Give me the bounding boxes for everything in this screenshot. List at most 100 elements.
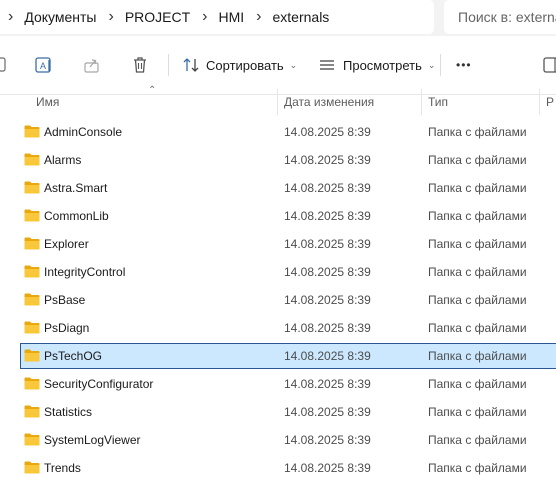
file-type: Папка с файлами [428, 237, 527, 251]
file-type: Папка с файлами [428, 153, 527, 167]
file-type: Папка с файлами [428, 209, 527, 223]
view-icon [320, 60, 334, 70]
breadcrumb-documents[interactable]: Документы [24, 9, 96, 25]
file-name[interactable]: AdminConsole [44, 125, 122, 139]
column-header-type[interactable]: Тип [428, 95, 448, 109]
view-button[interactable]: Просмотреть ⌄ [318, 54, 435, 76]
command-bar: A Сортировать ⌄ Просмотреть ⌄ ••• [0, 36, 556, 95]
view-label: Просмотреть [343, 57, 422, 73]
file-name[interactable]: Statistics [44, 405, 92, 419]
chevron-right-icon[interactable]: › [256, 9, 261, 25]
list-item[interactable]: CommonLib 14.08.2025 8:39 Папка с файлами [0, 202, 556, 230]
folder-icon [24, 237, 40, 250]
address-bar-row: › Документы › PROJECT › HMI › externals … [0, 0, 556, 36]
breadcrumb-project[interactable]: PROJECT [125, 9, 190, 25]
list-item[interactable]: PsTechOG 14.08.2025 8:39 Папка с файлами [0, 342, 556, 370]
list-item[interactable]: AdminConsole 14.08.2025 8:39 Папка с файла… [0, 118, 556, 146]
list-item[interactable]: IntegrityControl 14.08.2025 8:39 Папка с ф… [0, 258, 556, 286]
rename-icon[interactable]: A [34, 55, 54, 75]
sort-icon [183, 58, 199, 72]
toolbar-divider [168, 54, 169, 76]
file-list: AdminConsole 14.08.2025 8:39 Папка с файла… [0, 118, 556, 482]
toolbar-divider [440, 54, 441, 76]
folder-icon [24, 209, 40, 222]
file-date: 14.08.2025 8:39 [284, 209, 371, 223]
file-date: 14.08.2025 8:39 [284, 433, 371, 447]
column-divider[interactable] [539, 89, 540, 115]
file-date: 14.08.2025 8:39 [284, 237, 371, 251]
breadcrumb-hmi[interactable]: HMI [219, 9, 245, 25]
file-date: 14.08.2025 8:39 [284, 405, 371, 419]
file-type: Папка с файлами [428, 321, 527, 335]
file-name[interactable]: IntegrityControl [44, 265, 125, 279]
folder-icon [24, 405, 40, 418]
folder-icon [24, 377, 40, 390]
file-date: 14.08.2025 8:39 [284, 293, 371, 307]
chevron-down-icon: ⌄ [427, 59, 436, 70]
chevron-right-icon[interactable]: › [8, 9, 13, 25]
column-header-size[interactable]: Р [546, 95, 554, 109]
file-date: 14.08.2025 8:39 [284, 181, 371, 195]
share-icon[interactable] [82, 55, 102, 75]
folder-icon [24, 125, 40, 138]
file-date: 14.08.2025 8:39 [284, 377, 371, 391]
details-pane-icon[interactable] [543, 55, 556, 75]
folder-icon [24, 349, 40, 362]
folder-icon [24, 321, 40, 334]
file-type: Папка с файлами [428, 125, 527, 139]
breadcrumb[interactable]: › Документы › PROJECT › HMI › externals [0, 0, 434, 34]
list-item[interactable]: Alarms 14.08.2025 8:39 Папка с файлами [0, 146, 556, 174]
file-type: Папка с файлами [428, 265, 527, 279]
file-name[interactable]: PsDiagn [44, 321, 89, 335]
file-name[interactable]: Explorer [44, 237, 89, 251]
copy-icon[interactable] [0, 55, 10, 75]
more-options-button[interactable]: ••• [456, 54, 472, 76]
search-placeholder: Поиск в: externals [458, 9, 556, 25]
list-item[interactable]: SecurityConfigurator 14.08.2025 8:39 Папка… [0, 370, 556, 398]
file-date: 14.08.2025 8:39 [284, 321, 371, 335]
list-item[interactable]: Astra.Smart 14.08.2025 8:39 Папка с файлам… [0, 174, 556, 202]
column-divider[interactable] [277, 89, 278, 115]
file-type: Папка с файлами [428, 433, 527, 447]
svg-text:A: A [40, 61, 46, 71]
file-name[interactable]: PsTechOG [44, 349, 102, 363]
column-header-name[interactable]: Имя [36, 95, 59, 109]
file-name[interactable]: PsBase [44, 293, 85, 307]
file-type: Папка с файлами [428, 349, 527, 363]
file-date: 14.08.2025 8:39 [284, 265, 371, 279]
file-name[interactable]: SecurityConfigurator [44, 377, 153, 391]
chevron-right-icon[interactable]: › [202, 9, 207, 25]
file-date: 14.08.2025 8:39 [284, 349, 371, 363]
folder-icon [24, 265, 40, 278]
folder-icon [24, 181, 40, 194]
folder-icon [24, 433, 40, 446]
sort-label: Сортировать [206, 57, 284, 73]
delete-icon[interactable] [130, 55, 150, 75]
file-name[interactable]: Trends [44, 461, 81, 475]
file-type: Папка с файлами [428, 293, 527, 307]
file-name[interactable]: CommonLib [44, 209, 109, 223]
chevron-right-icon[interactable]: › [109, 9, 114, 25]
file-name[interactable]: Alarms [44, 153, 81, 167]
search-input[interactable]: Поиск в: externals [444, 0, 556, 34]
folder-icon [24, 461, 40, 474]
file-type: Папка с файлами [428, 181, 527, 195]
breadcrumb-externals[interactable]: externals [273, 9, 330, 25]
file-name[interactable]: SystemLogViewer [44, 433, 141, 447]
file-type: Папка с файлами [428, 461, 527, 475]
file-type: Папка с файлами [428, 405, 527, 419]
file-date: 14.08.2025 8:39 [284, 461, 371, 475]
list-item[interactable]: Explorer 14.08.2025 8:39 Папка с файлами [0, 230, 556, 258]
list-item[interactable]: PsBase 14.08.2025 8:39 Папка с файлами [0, 286, 556, 314]
column-header-date[interactable]: Дата изменения [284, 95, 374, 109]
sort-button[interactable]: Сортировать ⌄ [182, 54, 297, 76]
list-item[interactable]: PsDiagn 14.08.2025 8:39 Папка с файлами [0, 314, 556, 342]
column-divider[interactable] [421, 89, 422, 115]
list-item[interactable]: SystemLogViewer 14.08.2025 8:39 Папка с фа… [0, 426, 556, 454]
file-date: 14.08.2025 8:39 [284, 125, 371, 139]
list-item[interactable]: Trends 14.08.2025 8:39 Папка с файлами [0, 454, 556, 482]
list-item[interactable]: Statistics 14.08.2025 8:39 Папка с файлами [0, 398, 556, 426]
folder-icon [24, 293, 40, 306]
file-date: 14.08.2025 8:39 [284, 153, 371, 167]
file-name[interactable]: Astra.Smart [44, 181, 107, 195]
